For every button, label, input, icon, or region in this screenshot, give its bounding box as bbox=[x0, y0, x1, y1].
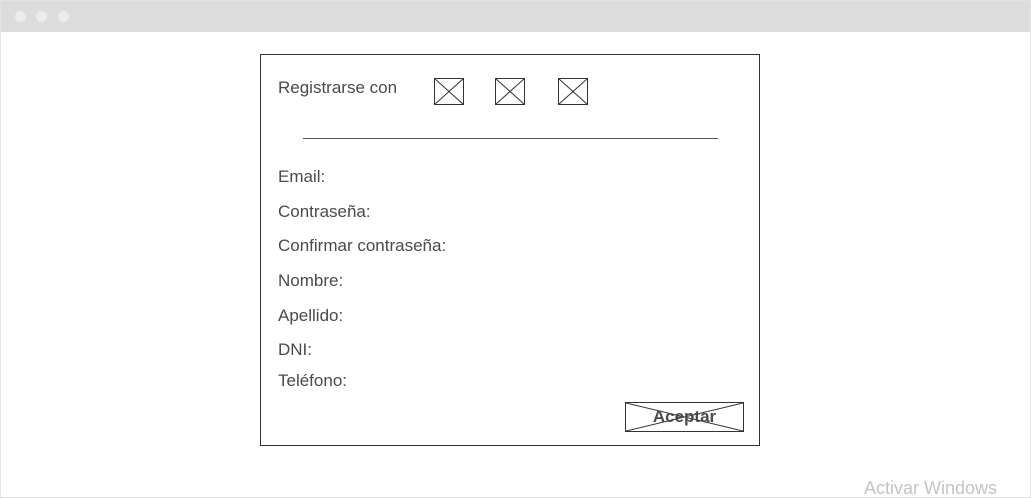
password-label: Contraseña: bbox=[278, 202, 371, 221]
window-maximize-dot-icon[interactable] bbox=[58, 11, 69, 22]
windows-activation-watermark: Activar Windows bbox=[864, 478, 998, 498]
section-divider bbox=[303, 138, 718, 139]
window-titlebar bbox=[1, 1, 1030, 32]
window-minimize-dot-icon[interactable] bbox=[36, 11, 47, 22]
image-placeholder-icon bbox=[558, 78, 588, 105]
window-close-dot-icon[interactable] bbox=[15, 11, 26, 22]
social-login-button-3[interactable] bbox=[558, 78, 588, 105]
accept-button-label: Aceptar bbox=[652, 407, 717, 426]
email-label: Email: bbox=[278, 167, 326, 186]
social-login-button-2[interactable] bbox=[495, 78, 525, 105]
phone-label: Teléfono: bbox=[278, 371, 347, 390]
accept-button[interactable]: Aceptar bbox=[625, 402, 744, 432]
confirm-password-label: Confirmar contraseña: bbox=[278, 236, 447, 255]
register-with-label: Registrarse con bbox=[278, 78, 398, 97]
first-name-label: Nombre: bbox=[278, 271, 344, 290]
browser-window: Registrarse con Email: Contraseña: Confi… bbox=[0, 0, 1031, 498]
dni-label: DNI: bbox=[278, 340, 312, 359]
image-placeholder-icon bbox=[434, 78, 464, 105]
image-placeholder-icon bbox=[495, 78, 525, 105]
last-name-label: Apellido: bbox=[278, 306, 344, 325]
registration-form: Registrarse con Email: Contraseña: Confi… bbox=[260, 54, 760, 446]
social-login-button-1[interactable] bbox=[434, 78, 464, 105]
